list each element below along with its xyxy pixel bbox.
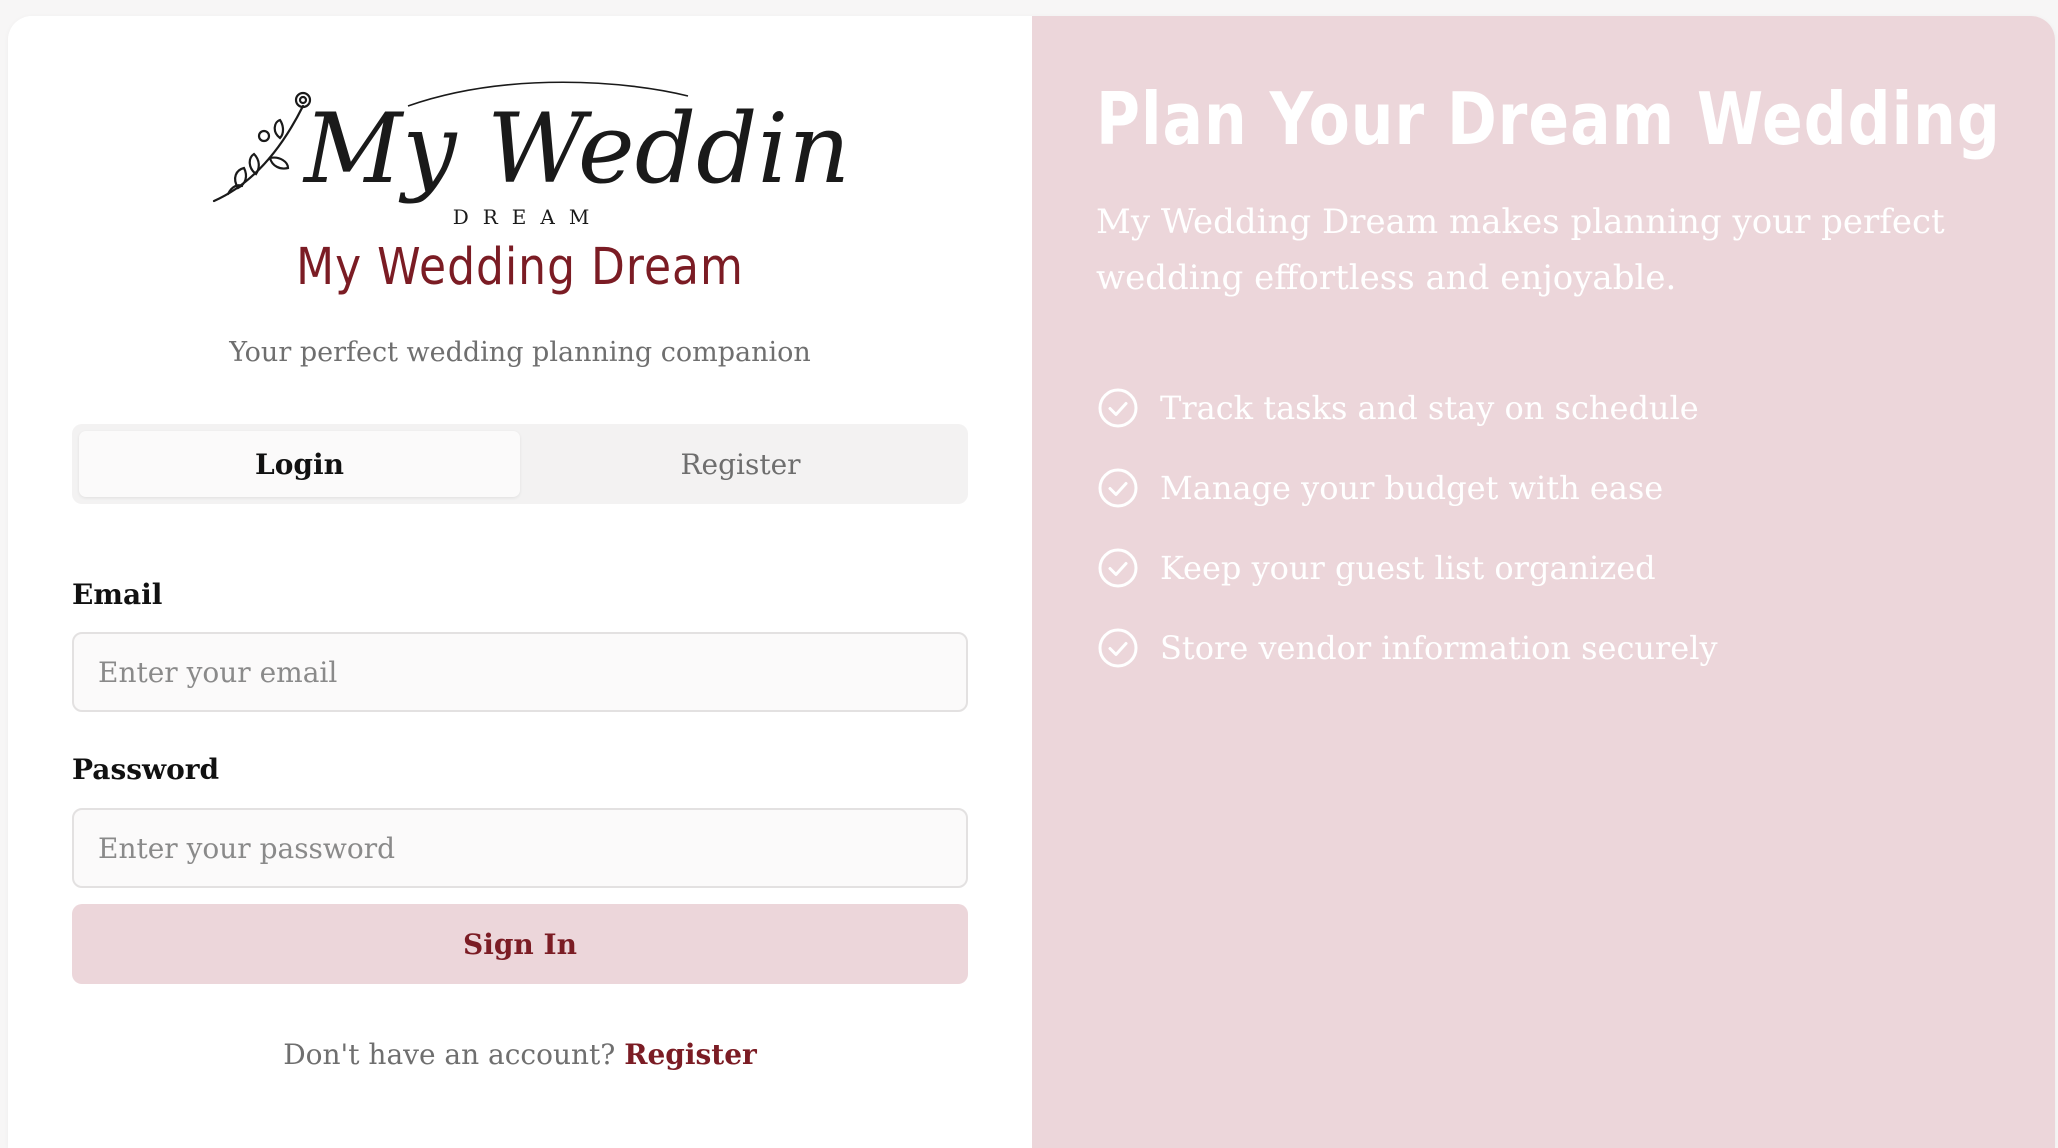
email-field[interactable] bbox=[72, 632, 968, 712]
svg-text:DREAM: DREAM bbox=[453, 205, 604, 229]
check-circle-icon bbox=[1096, 626, 1140, 670]
check-circle-icon bbox=[1096, 466, 1140, 510]
check-circle-icon bbox=[1096, 386, 1140, 430]
password-label: Password bbox=[72, 753, 220, 786]
auth-tabs: Login Register bbox=[72, 424, 968, 504]
feature-text: Manage your budget with ease bbox=[1160, 469, 1664, 507]
brand-tagline: Your perfect wedding planning companion bbox=[229, 337, 811, 368]
auth-card: My Wedding DREAM My Wedding Dream Your p… bbox=[8, 16, 2055, 1148]
tab-login[interactable]: Login bbox=[79, 431, 520, 497]
sign-in-button[interactable]: Sign In bbox=[72, 904, 968, 984]
feature-text: Keep your guest list organized bbox=[1160, 549, 1656, 587]
register-prompt: Don't have an account? Register bbox=[8, 1038, 1032, 1071]
feature-item: Manage your budget with ease bbox=[1096, 448, 1718, 528]
email-label: Email bbox=[72, 578, 163, 611]
feature-item: Keep your guest list organized bbox=[1096, 528, 1718, 608]
register-link[interactable]: Register bbox=[624, 1038, 757, 1071]
register-prompt-text: Don't have an account? bbox=[283, 1038, 616, 1071]
feature-text: Track tasks and stay on schedule bbox=[1160, 389, 1699, 427]
feature-item: Track tasks and stay on schedule bbox=[1096, 368, 1718, 448]
check-circle-icon bbox=[1096, 546, 1140, 590]
svg-text:My Wedding: My Wedding bbox=[302, 93, 848, 205]
hero-panel: Plan Your Dream Wedding My Wedding Dream… bbox=[1032, 16, 2055, 1148]
brand-logo-image: My Wedding DREAM bbox=[212, 81, 848, 229]
feature-list: Track tasks and stay on schedule Manage … bbox=[1096, 368, 1718, 688]
hero-description: My Wedding Dream makes planning your per… bbox=[1096, 202, 1945, 298]
feature-text: Store vendor information securely bbox=[1160, 629, 1718, 667]
brand-title: My Wedding Dream bbox=[296, 238, 744, 297]
password-field[interactable] bbox=[72, 808, 968, 888]
auth-panel: My Wedding DREAM My Wedding Dream Your p… bbox=[8, 16, 1032, 1148]
hero-title: Plan Your Dream Wedding bbox=[1096, 78, 2001, 162]
brand-logo: My Wedding DREAM bbox=[208, 76, 848, 236]
tab-register[interactable]: Register bbox=[520, 431, 961, 497]
feature-item: Store vendor information securely bbox=[1096, 608, 1718, 688]
